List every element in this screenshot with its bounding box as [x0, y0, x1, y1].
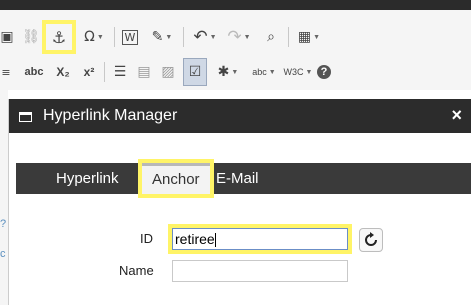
image-icon[interactable]: ▨ [159, 59, 177, 85]
tab-hyperlink[interactable]: Hyperlink [56, 163, 119, 194]
name-field[interactable] [172, 260, 348, 282]
link-icon[interactable]: ⛓ [22, 24, 40, 50]
special-character-icon[interactable]: Ω ▼ [80, 24, 108, 50]
refresh-icon [365, 232, 377, 246]
editor-top-strip [0, 0, 471, 10]
name-label: Name [119, 263, 154, 278]
dialog-title: Hyperlink Manager [43, 107, 178, 124]
regenerate-id-button[interactable] [359, 228, 383, 252]
toolbar-separator [104, 62, 105, 82]
window-icon [19, 112, 32, 122]
tab-email[interactable]: E-Mail [216, 163, 259, 194]
edge-fragment: c [0, 248, 6, 260]
undo-icon[interactable]: ↶ ▼ [190, 24, 220, 50]
edge-fragment: ? [0, 218, 7, 230]
outdent-icon[interactable]: ≡ [0, 59, 12, 85]
hyperlink-manager-dialog: Hyperlink Manager × Hyperlink Anchor E-M… [8, 99, 471, 305]
toolbar-separator [288, 27, 289, 47]
toolbar-separator [183, 27, 184, 47]
paste-icon[interactable]: ▣ [0, 24, 14, 50]
flash-icon[interactable]: ✱ ▼ [213, 59, 243, 85]
tab-anchor[interactable]: Anchor [138, 159, 214, 198]
toolbar-separator [114, 27, 115, 47]
table-icon[interactable]: ▦ ▼ [295, 24, 323, 50]
id-label: ID [140, 231, 153, 246]
dialog-header: Hyperlink Manager × [9, 99, 471, 133]
spellcheck-icon[interactable]: abc ▼ [249, 59, 279, 85]
subscript-icon[interactable]: X₂ [54, 59, 72, 85]
dialog-tab-bar: Hyperlink Anchor E-Mail [16, 159, 471, 198]
find-replace-icon[interactable]: ⌕ [260, 24, 282, 50]
id-field[interactable]: retiree [172, 228, 348, 250]
text-caret [214, 233, 216, 248]
format-stripper-icon[interactable]: ✎ ▼ [147, 24, 177, 50]
form-icon[interactable]: ☑ [183, 58, 207, 86]
html-validate-icon[interactable]: W3C ▼ [283, 59, 313, 85]
help-icon[interactable]: ? [315, 59, 333, 85]
close-icon[interactable]: × [451, 105, 462, 126]
toolbar-row-2: ≡ abc X₂ x² ☰ ▤ ▨ ☑ ✱ ▼ abc ▼ W3C ▼ ? [0, 55, 333, 89]
superscript-icon[interactable]: x² [80, 59, 98, 85]
redo-icon[interactable]: ↷ ▼ [224, 24, 254, 50]
toolbar-row-1: ▣ ⛓ ⚓ Ω ▼ W ✎ ▼ ↶ ▼ ↷ ▼ ⌕ ▦ ▼ [0, 20, 323, 54]
insert-table-icon[interactable]: ▤ [135, 59, 153, 85]
editor-left-edge: ? c [0, 90, 8, 305]
paste-from-word-icon[interactable]: W [121, 24, 139, 50]
anchor-insert-icon[interactable]: ⚓ [42, 20, 76, 54]
id-field-value: retiree [175, 231, 215, 247]
strikethrough-icon[interactable]: abc [22, 59, 46, 85]
editor-toolbar: ▣ ⛓ ⚓ Ω ▼ W ✎ ▼ ↶ ▼ ↷ ▼ ⌕ ▦ ▼ ≡ abc X₂ x² ☰ ▤… [0, 10, 471, 90]
horizontal-rule-icon[interactable]: ☰ [111, 59, 129, 85]
